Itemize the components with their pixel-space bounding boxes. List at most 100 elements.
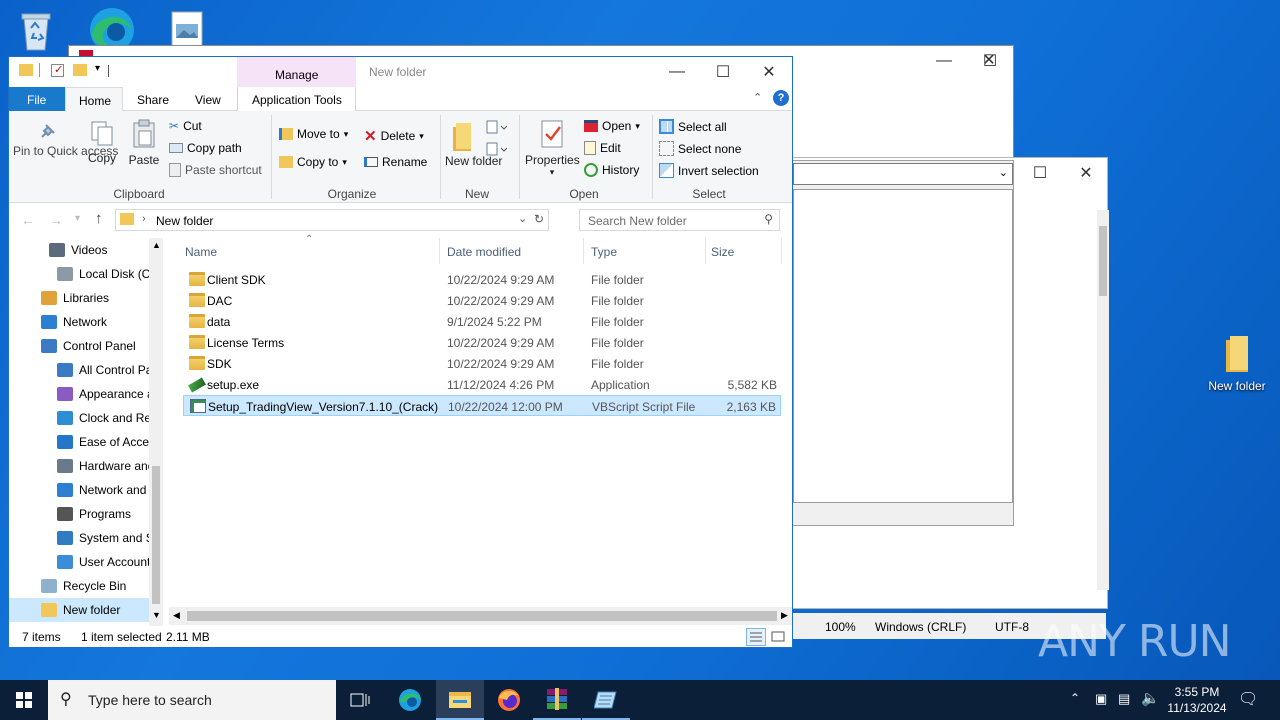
scroll-up-icon[interactable]: ▲ [152,240,161,250]
file-row[interactable]: data 9/1/2024 5:22 PM File folder [183,311,781,332]
scrollbar-thumb[interactable] [187,611,777,621]
refresh-icon[interactable]: ↻ [534,212,544,226]
search-icon[interactable]: ⚲ [764,212,773,226]
file-row[interactable]: Setup_TradingView_Version7.1.10_(Crack).… [183,395,781,416]
taskbar-firefox[interactable] [485,680,533,720]
clock[interactable]: 3:55 PM 11/13/2024 [1160,683,1234,717]
vertical-scrollbar[interactable] [1097,210,1109,590]
close-icon[interactable]: ✕ [1063,158,1109,188]
network-status-icon[interactable]: ▣ [1095,691,1107,707]
paste-shortcut-button[interactable]: Paste shortcut [169,163,262,177]
taskbar-search-box[interactable]: ⚲ Type here to search [48,680,336,720]
file-row[interactable]: Client SDK 10/22/2024 9:29 AM File folder [183,269,781,290]
recycle-bin-desktop-icon[interactable] [14,8,58,52]
select-all-button[interactable]: Select all [659,119,727,134]
edit-button[interactable]: Edit [584,141,621,155]
taskbar-search-input[interactable]: Type here to search [88,692,212,708]
properties-quick-icon[interactable]: ✓ [51,64,64,77]
scroll-left-icon[interactable]: ◀ [173,610,180,621]
minimize-icon[interactable]: — [921,46,967,76]
text-area[interactable] [793,189,1013,503]
maximize-icon[interactable]: ☐ [1017,158,1063,188]
help-icon[interactable]: ? [773,90,789,106]
sidebar-item[interactable]: System and Sec [9,526,149,550]
image-file-desktop-icon[interactable] [170,10,204,48]
tab-file[interactable]: File [9,87,65,111]
copy-path-button[interactable]: Copy path [169,141,242,155]
desktop-new-folder[interactable]: New folder [1204,334,1270,393]
cut-button[interactable]: ✂ Cut [169,119,202,133]
minimize-icon[interactable]: — [654,57,700,87]
notifications-icon[interactable]: 🗨 [1238,689,1258,709]
sidebar-item[interactable]: Videos [9,238,149,262]
file-row[interactable]: SDK 10/22/2024 9:29 AM File folder [183,353,781,374]
tab-application-tools[interactable]: Application Tools [237,87,356,111]
address-bar[interactable]: › New folder ⌄ ↻ [115,209,549,231]
scroll-down-icon[interactable]: ▼ [152,610,161,620]
sidebar-item[interactable]: Network [9,310,149,334]
delete-button[interactable]: ✕ Delete ▾ [364,127,424,145]
move-to-button[interactable]: Move to ▾ [279,127,348,141]
recent-locations-icon[interactable]: ▾ [75,213,80,224]
sidebar-item[interactable]: Local Disk (C:) [9,262,149,286]
copy-button[interactable]: Copy [87,115,117,185]
sidebar-item[interactable]: Ease of Access [9,430,149,454]
properties-button[interactable]: Properties ▾ [525,115,580,187]
column-size[interactable]: Size [711,245,734,259]
file-row[interactable]: DAC 10/22/2024 9:29 AM File folder [183,290,781,311]
new-folder-button[interactable]: New folder [445,115,502,187]
title-bar[interactable]: ✓ ▾ Manage New folder — ☐ ✕ [9,57,792,87]
file-row[interactable]: setup.exe 11/12/2024 4:26 PM Application 5,… [183,374,781,395]
sidebar-item[interactable]: Programs [9,502,149,526]
copy-to-button[interactable]: Copy to ▾ [279,155,347,169]
back-icon[interactable]: ← [21,212,35,228]
show-hidden-icons-icon[interactable]: ⌃ [1070,691,1080,705]
edge-desktop-icon[interactable] [86,4,138,52]
search-input[interactable]: Search New folder [588,214,687,228]
sidebar-item[interactable]: Recycle Bin [9,574,149,598]
new-item-icon[interactable] [485,119,508,135]
start-button[interactable] [0,680,48,720]
up-icon[interactable]: ↑ [95,210,103,227]
sidebar-item[interactable]: All Control Par [9,358,149,382]
sidebar-item[interactable]: New folder [9,598,149,622]
wired-network-icon[interactable]: ▤ [1118,691,1130,707]
scrollbar-thumb[interactable] [152,466,160,604]
task-view-button[interactable] [336,680,384,720]
pin-quick-access-button[interactable]: Pin to Quick access [13,115,118,185]
rename-button[interactable]: Rename [364,155,427,169]
tab-share[interactable]: Share [137,93,169,107]
volume-icon[interactable]: 🔈 [1141,689,1160,707]
column-name[interactable]: Name [185,245,217,259]
tab-home[interactable]: Home [65,87,123,112]
sidebar-item[interactable]: User Accounts [9,550,149,574]
customize-toolbar-icon[interactable]: ▾ [95,63,100,74]
sidebar-item[interactable]: Appearance an [9,382,149,406]
sidebar-item[interactable]: Hardware and [9,454,149,478]
open-button[interactable]: Open ▾ [584,119,640,133]
maximize-icon[interactable]: ☐ [700,57,746,87]
sidebar-item[interactable]: Clock and Regi [9,406,149,430]
taskbar-file-explorer[interactable] [436,680,484,720]
close-icon[interactable]: ✕ [966,45,1012,75]
chevron-down-icon[interactable]: ⌄ [518,212,527,225]
invert-selection-button[interactable]: Invert selection [659,163,759,178]
large-icons-view-icon[interactable] [769,628,789,646]
easy-access-icon[interactable] [485,141,508,157]
paste-button[interactable]: Paste [127,115,161,185]
taskbar-notepad[interactable] [582,680,630,720]
file-explorer-window[interactable]: ✓ ▾ Manage New folder — ☐ ✕ File Home Sh… [8,56,793,648]
search-box[interactable]: Search New folder ⚲ [579,209,780,231]
column-type[interactable]: Type [591,245,617,259]
breadcrumb[interactable]: New folder [156,214,213,228]
new-folder-quick-icon[interactable] [73,64,87,76]
taskbar-edge[interactable] [386,680,434,720]
dialog-window[interactable]: ⌄ [790,160,1014,526]
details-view-icon[interactable] [746,628,766,646]
nav-scrollbar[interactable]: ▲ ▼ [149,238,163,626]
history-button[interactable]: History [584,163,639,177]
sidebar-item[interactable]: Control Panel [9,334,149,358]
forward-icon[interactable]: → [49,212,63,228]
tab-view[interactable]: View [195,93,221,107]
horizontal-scrollbar[interactable]: ◀ ▶ [169,607,792,625]
